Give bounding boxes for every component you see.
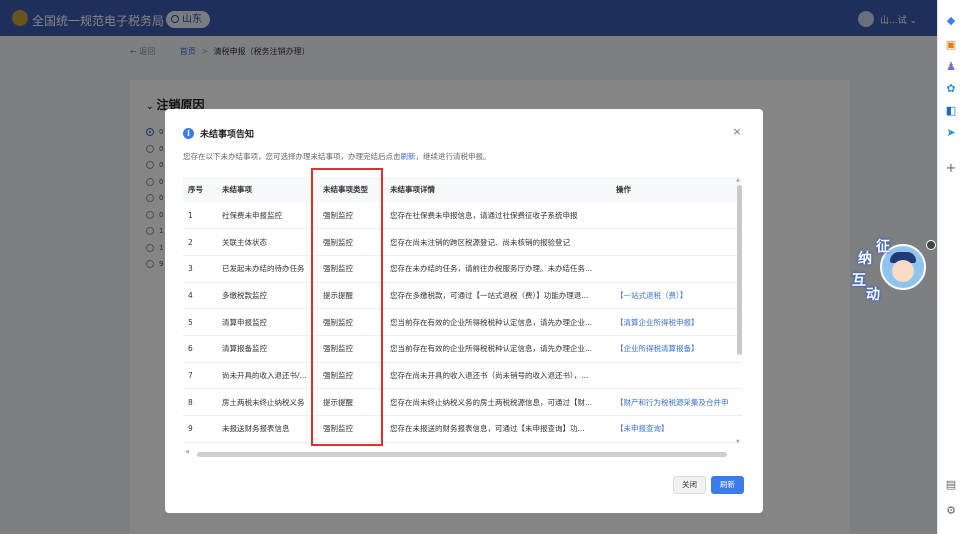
notice-text: 您存在以下未办结事项，您可选择办理未结事项，办理完结后点击 (183, 152, 401, 161)
plus-icon[interactable]: + (944, 162, 958, 176)
cell-item: 清算报备监控 (217, 335, 318, 363)
cell-item: 关联主体状态 (217, 228, 318, 256)
minimize-dot-icon[interactable] (926, 240, 936, 250)
pending-items-table: 序号 未结事项 未结事项类型 未结事项详情 操作 1 社保费未申报监控 强制监控… (183, 177, 742, 457)
cell-type: 强制监控 (318, 362, 385, 390)
cell-detail: 您存在未办结的任务，请前往办税服务厅办理。未办结任务... (385, 255, 611, 283)
cell-detail: 您当前存在有效的企业所得税税种认定信息，请先办理企业... (385, 335, 611, 363)
table-row: 2 关联主体状态 强制监控 您存在尚未注销的跨区税源登记、尚未核销的报验登记 (183, 228, 742, 256)
dialog-title: 未结事项告知 (200, 130, 255, 140)
cell-no: 8 (183, 388, 217, 416)
cell-action-link[interactable] (611, 255, 742, 283)
cell-action-link[interactable]: 【财产和行为税税源采集及合并申 (611, 388, 742, 416)
cell-detail: 您存在多缴税款，可通过【一站式退税（费）】功能办理退... (385, 282, 611, 310)
close-icon[interactable]: × (731, 126, 743, 138)
mascot-char: 征 (876, 239, 890, 255)
cell-action-link[interactable]: 【未申报查询】 (611, 415, 742, 443)
cell-item: 未报送财务报表信息 (217, 415, 318, 443)
cell-type: 强制监控 (318, 415, 385, 443)
tag-icon[interactable]: ◆ (944, 14, 958, 28)
cell-type: 强制监控 (318, 255, 385, 283)
column-header: 序号 (183, 177, 217, 202)
cell-no: 6 (183, 335, 217, 363)
pending-items-dialog: i 未结事项告知 × 您存在以下未办结事项，您可选择办理未结事项，办理完结后点击… (165, 109, 763, 513)
cell-detail: 您存在社保费未申报信息，请通过社保费征收子系统申报 (385, 202, 611, 230)
cell-type: 强制监控 (318, 202, 385, 230)
gear-icon[interactable]: ⚙ (944, 504, 958, 518)
notice-text: ，继续进行清税申报。 (415, 152, 491, 161)
scroll-up-arrow-icon[interactable]: ▲ (736, 177, 740, 183)
vertical-scrollbar[interactable] (737, 185, 742, 355)
people-icon[interactable]: ♟ (944, 60, 958, 74)
cell-item: 社保费未申报监控 (217, 202, 318, 230)
table-row: 4 多缴税款监控 提示提醒 您存在多缴税款，可通过【一站式退税（费）】功能办理退… (183, 282, 742, 310)
mascot-face (892, 260, 914, 282)
cell-no: 9 (183, 415, 217, 443)
cell-no: 4 (183, 282, 217, 310)
table-header-row: 序号 未结事项 未结事项类型 未结事项详情 操作 (183, 177, 742, 202)
cell-no: 3 (183, 255, 217, 283)
cell-item: 多缴税款监控 (217, 282, 318, 310)
settings-wheel-icon[interactable]: ✿ (944, 82, 958, 96)
cell-type: 强制监控 (318, 335, 385, 363)
info-icon: i (183, 128, 194, 139)
cell-detail: 您存在尚未开具的收入退还书（尚未销号的收入退还书），... (385, 362, 611, 390)
refresh-button[interactable]: 刷新 (711, 476, 744, 494)
cell-action-link[interactable] (611, 202, 742, 230)
notice-refresh-link[interactable]: 刷新 (401, 152, 416, 161)
cell-item: 尚未开具的收入退还书/... (217, 362, 318, 390)
cell-no: 1 (183, 202, 217, 230)
table-row: 8 房土两税未终止纳税义务 提示提醒 您存在尚未终止纳税义务的房土两税税源信息，… (183, 388, 742, 416)
cell-item: 已发起未办结的待办任务 (217, 255, 318, 283)
cell-detail: 您存在尚未注销的跨区税源登记、尚未核销的报验登记 (385, 228, 611, 256)
cell-action-link[interactable]: 【清算企业所得税申报】 (611, 308, 742, 336)
dialog-header: i 未结事项告知 (183, 127, 254, 140)
cell-action-link[interactable] (611, 228, 742, 256)
table-row: 5 清算申报监控 强制监控 您当前存在有效的企业所得税税种认定信息，请先办理企业… (183, 308, 742, 336)
scroll-down-arrow-icon[interactable]: ▼ (736, 439, 740, 445)
cell-no: 2 (183, 228, 217, 256)
table-row: 9 未报送财务报表信息 强制监控 您存在未报送的财务报表信息，可通过【未申报查询… (183, 415, 742, 443)
briefcase-icon[interactable]: ▣ (944, 38, 958, 52)
column-header: 未结事项类型 (318, 177, 385, 202)
mascot-char: 互 (852, 273, 866, 289)
cell-item: 清算申报监控 (217, 308, 318, 336)
mascot-char: 动 (866, 287, 880, 303)
cell-type: 提示提醒 (318, 388, 385, 416)
assistant-mascot[interactable]: 征 纳 互 动 (852, 238, 936, 306)
cell-type: 提示提醒 (318, 282, 385, 310)
right-side-toolbar: ◆ ▣ ♟ ✿ ◧ ➤ + ▤ ⚙ (937, 0, 963, 534)
column-header: 未结事项详情 (385, 177, 611, 202)
bird-icon[interactable]: ➤ (944, 126, 958, 140)
mascot-char: 纳 (858, 251, 872, 267)
cell-action-link[interactable]: 【企业所得税清算报备】 (611, 335, 742, 363)
column-header: 未结事项 (217, 177, 318, 202)
cell-detail: 您当前存在有效的企业所得税税种认定信息，请先办理企业... (385, 308, 611, 336)
cell-type: 强制监控 (318, 228, 385, 256)
cell-action-link[interactable] (611, 362, 742, 390)
table-row: 6 清算报备监控 强制监控 您当前存在有效的企业所得税税种认定信息，请先办理企业… (183, 335, 742, 363)
cell-no: 5 (183, 308, 217, 336)
screen-icon[interactable]: ▤ (944, 478, 958, 492)
cell-type: 强制监控 (318, 308, 385, 336)
cell-action-link[interactable]: 【一站式退税（费）】 (611, 282, 742, 310)
table-row: 1 社保费未申报监控 强制监控 您存在社保费未申报信息，请通过社保费征收子系统申… (183, 202, 742, 230)
cell-detail: 您存在未报送的财务报表信息，可通过【未申报查询】功... (385, 415, 611, 443)
column-header: 操作 (611, 177, 742, 202)
cell-no: 7 (183, 362, 217, 390)
close-button[interactable]: 关闭 (673, 476, 706, 494)
table-row: 7 尚未开具的收入退还书/... 强制监控 您存在尚未开具的收入退还书（尚未销号… (183, 362, 742, 390)
outlook-icon[interactable]: ◧ (944, 104, 958, 118)
cell-detail: 您存在尚未终止纳税义务的房土两税税源信息，可通过【财... (385, 388, 611, 416)
cell-item: 房土两税未终止纳税义务 (217, 388, 318, 416)
scroll-left-arrow-icon[interactable]: ◀ (185, 449, 189, 455)
table-row: 3 已发起未办结的待办任务 强制监控 您存在未办结的任务，请前往办税服务厅办理。… (183, 255, 742, 283)
dialog-notice: 您存在以下未办结事项，您可选择办理未结事项，办理完结后点击刷新，继续进行清税申报… (183, 151, 491, 162)
horizontal-scrollbar[interactable] (197, 452, 727, 457)
